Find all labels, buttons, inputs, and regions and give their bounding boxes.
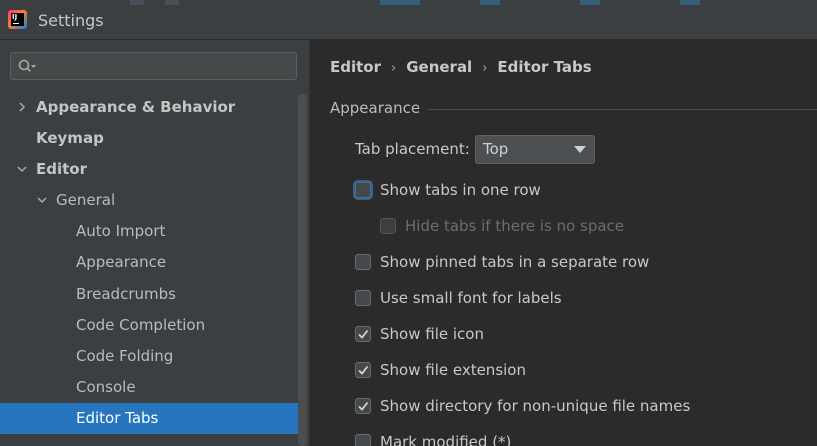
breadcrumb: Editor › General › Editor Tabs — [330, 58, 592, 78]
checkbox[interactable] — [355, 290, 371, 306]
tree-item-label: Appearance & Behavior — [36, 98, 236, 116]
settings-window: IJ Settings Appearance & Behavior Keymap E… — [0, 0, 817, 446]
tree-item-code-folding[interactable]: Code Folding — [0, 341, 298, 372]
option-label: Show file icon — [380, 325, 484, 343]
option-label: Show directory for non-unique file names — [380, 397, 691, 415]
tree-item-console[interactable]: Console — [0, 372, 298, 403]
search-icon — [18, 59, 36, 72]
checkmark-icon — [358, 329, 369, 339]
tree-scrollbar-thumb[interactable] — [298, 94, 307, 446]
tree-item-code-completion[interactable]: Code Completion — [0, 310, 298, 341]
checkmark-icon — [358, 401, 369, 411]
checkmark-icon — [358, 365, 369, 375]
tree-item-label: General — [56, 191, 116, 209]
tab-placement-dropdown[interactable]: Top — [475, 135, 595, 164]
option-label: Show file extension — [380, 361, 526, 379]
chevron-right-icon[interactable] — [16, 101, 28, 113]
tree-item-label: Code Completion — [76, 316, 206, 334]
settings-tree-panel: Appearance & Behavior Keymap Editor General… — [0, 40, 310, 446]
settings-search-input[interactable] — [10, 52, 297, 80]
breadcrumb-separator-icon: › — [391, 61, 397, 76]
intellij-app-icon: IJ — [8, 10, 27, 29]
breadcrumb-editor-tabs: Editor Tabs — [497, 58, 592, 76]
option-label: Use small font for labels — [380, 289, 562, 307]
breadcrumb-separator-icon: › — [482, 61, 488, 76]
tree-item-label: Keymap — [36, 129, 104, 147]
option-label: Mark modified (*) — [380, 433, 512, 446]
tree-item-label: Code Folding — [76, 347, 174, 365]
tree-item-breadcrumbs[interactable]: Breadcrumbs — [0, 279, 298, 310]
tree-item-label: Breadcrumbs — [76, 285, 176, 303]
tree-item-label: Console — [76, 378, 136, 396]
window-title: Settings — [38, 11, 104, 30]
tree-item-editor-tabs[interactable]: Editor Tabs — [0, 403, 309, 434]
checkbox[interactable] — [355, 398, 371, 414]
title-bar: IJ Settings — [0, 0, 817, 40]
chevron-down-icon[interactable] — [36, 194, 48, 206]
checkbox[interactable] — [355, 326, 371, 342]
background-window-edge — [680, 0, 700, 5]
tree-item-appearance[interactable]: Appearance — [0, 247, 298, 278]
checkbox[interactable] — [355, 254, 371, 270]
chevron-down-icon[interactable] — [16, 163, 28, 175]
tree-item-editor[interactable]: Editor — [0, 154, 298, 185]
chevron-down-icon — [574, 146, 586, 153]
section-divider — [427, 109, 817, 110]
background-window-edge — [580, 0, 600, 5]
tree-item-keymap[interactable]: Keymap — [0, 123, 298, 154]
tree-item-label: Editor Tabs — [76, 409, 159, 427]
tab-placement-value: Top — [483, 140, 509, 158]
option-label: Hide tabs if there is no space — [405, 217, 625, 235]
background-window-edge — [130, 0, 144, 5]
tree-item-label: Appearance — [76, 253, 167, 271]
tree-item-label: Auto Import — [76, 222, 166, 240]
breadcrumb-editor[interactable]: Editor — [330, 58, 381, 76]
tree-item-appearance-behavior[interactable]: Appearance & Behavior — [0, 92, 298, 123]
checkbox — [380, 218, 396, 234]
settings-content-panel: Editor › General › Editor Tabs Appearance Ta… — [310, 40, 817, 446]
tree-item-label: Editor — [36, 160, 87, 178]
checkbox[interactable] — [355, 182, 371, 198]
option-label: Show tabs in one row — [380, 181, 541, 199]
background-window-edge — [165, 0, 179, 5]
background-window-edge — [380, 0, 420, 5]
tree-item-general[interactable]: General — [0, 185, 298, 216]
section-title-appearance: Appearance — [330, 99, 421, 117]
checkbox[interactable] — [355, 434, 371, 446]
checkbox[interactable] — [355, 362, 371, 378]
breadcrumb-general[interactable]: General — [406, 58, 472, 76]
tree-item-auto-import[interactable]: Auto Import — [0, 216, 298, 247]
background-window-edge — [480, 0, 500, 5]
option-label: Show pinned tabs in a separate row — [380, 253, 650, 271]
tab-placement-label: Tab placement: — [355, 140, 470, 158]
